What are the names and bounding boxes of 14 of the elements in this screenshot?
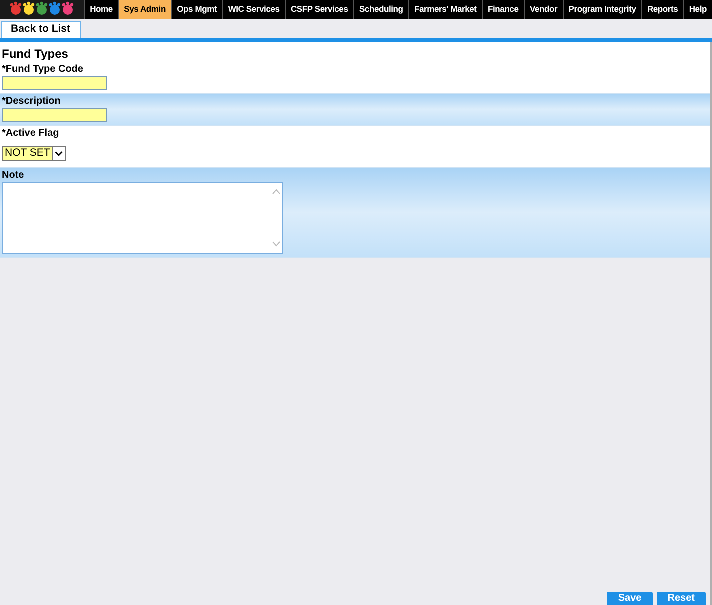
scroll-up-icon <box>272 189 280 195</box>
scroll-down-icon <box>272 241 280 247</box>
field-label: *Active Flag <box>2 127 60 140</box>
note-field[interactable] <box>2 182 283 254</box>
field-label: Note <box>2 169 26 182</box>
nav-tab[interactable]: Sys Admin <box>118 0 172 19</box>
field-label: *Description <box>2 95 62 108</box>
dropdown-field[interactable]: NOT SET <box>2 146 66 161</box>
text-field[interactable] <box>2 76 107 90</box>
field-label: *Fund Type Code <box>2 63 84 76</box>
form-title: Fund Types <box>1 46 70 62</box>
text-field[interactable] <box>2 108 107 122</box>
back-to-list-button[interactable]: Back to List <box>1 21 81 38</box>
chevron-down-icon <box>52 147 66 160</box>
